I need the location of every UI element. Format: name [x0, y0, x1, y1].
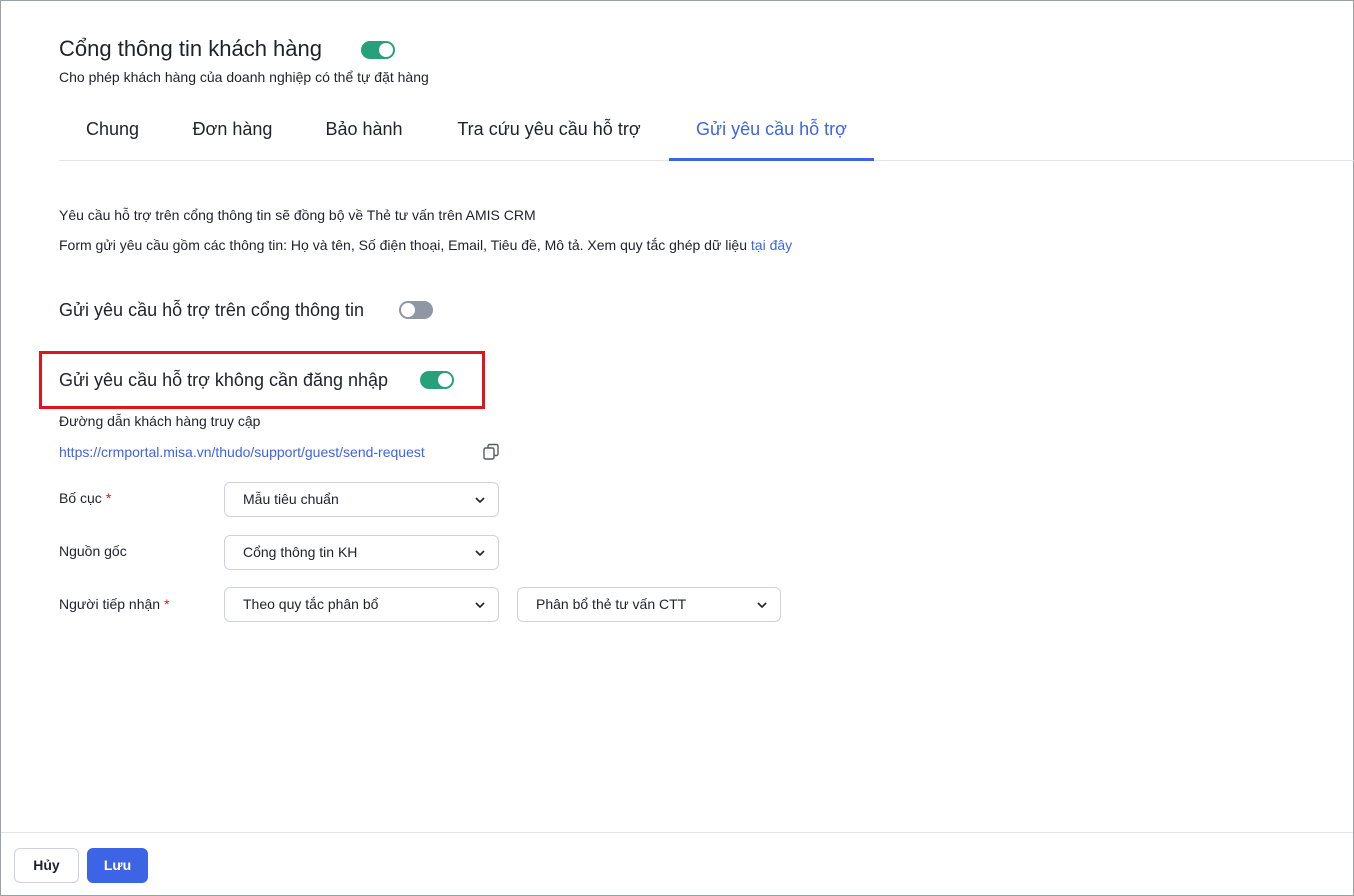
portal-enable-toggle[interactable]	[361, 41, 395, 59]
page-subtitle: Cho phép khách hàng của doanh nghiệp có …	[59, 69, 429, 85]
layout-select-value: Mẫu tiêu chuẩn	[243, 491, 339, 507]
guest-request-label: Gửi yêu cầu hỗ trợ không cần đăng nhập	[59, 370, 389, 390]
chevron-down-icon	[757, 602, 767, 609]
assign-rule-select[interactable]: Phân bổ thẻ tư vấn CTT	[517, 587, 781, 622]
required-mark: *	[164, 596, 170, 612]
page-title: Cổng thông tin khách hàng	[59, 36, 322, 61]
receiver-label: Người tiếp nhận *	[59, 596, 170, 612]
cancel-button[interactable]: Hủy	[14, 848, 79, 883]
assign-rule-select-value: Phân bổ thẻ tư vấn CTT	[536, 596, 687, 612]
toggle-knob	[401, 303, 415, 317]
source-select[interactable]: Cổng thông tin KH	[224, 535, 499, 570]
portal-request-toggle[interactable]	[399, 301, 433, 319]
copy-icon[interactable]	[482, 443, 500, 461]
toggle-knob	[438, 373, 452, 387]
tab-warranty[interactable]: Bảo hành	[299, 109, 429, 160]
source-select-value: Cổng thông tin KH	[243, 544, 358, 560]
chevron-down-icon	[475, 497, 485, 504]
portal-request-label: Gửi yêu cầu hỗ trợ trên cổng thông tin	[59, 300, 365, 320]
toggle-knob	[379, 43, 393, 57]
tab-bar: Chung Đơn hàng Bảo hành Tra cứu yêu cầu …	[59, 109, 1354, 161]
save-button[interactable]: Lưu	[87, 848, 148, 883]
tab-lookup-support[interactable]: Tra cứu yêu cầu hỗ trợ	[429, 109, 669, 160]
chevron-down-icon	[475, 550, 485, 557]
tab-general[interactable]: Chung	[59, 109, 166, 160]
settings-panel: Cổng thông tin khách hàng Cho phép khách…	[0, 0, 1354, 896]
footer-bar	[1, 832, 1353, 895]
required-mark: *	[105, 490, 112, 506]
layout-label: Bố cục *	[59, 490, 111, 506]
info-form-text: Form gửi yêu cầu gồm các thông tin: Họ v…	[59, 237, 792, 253]
access-url-link[interactable]: https://crmportal.misa.vn/thudo/support/…	[59, 444, 425, 460]
layout-label-text: Bố cục	[59, 490, 102, 506]
tab-orders[interactable]: Đơn hàng	[166, 109, 299, 160]
info-sync-text: Yêu cầu hỗ trợ trên cổng thông tin sẽ đồ…	[59, 207, 536, 223]
chevron-down-icon	[475, 602, 485, 609]
tab-send-support[interactable]: Gửi yêu cầu hỗ trợ	[669, 109, 874, 161]
receiver-select[interactable]: Theo quy tắc phân bổ	[224, 587, 499, 622]
source-label: Nguồn gốc	[59, 543, 127, 559]
receiver-label-text: Người tiếp nhận	[59, 596, 161, 612]
receiver-select-value: Theo quy tắc phân bổ	[243, 596, 379, 612]
rules-link[interactable]: tại đây	[751, 237, 792, 253]
access-link-label: Đường dẫn khách hàng truy cập	[59, 413, 261, 429]
layout-select[interactable]: Mẫu tiêu chuẩn	[224, 482, 499, 517]
info-form-desc: Form gửi yêu cầu gồm các thông tin: Họ v…	[59, 237, 751, 253]
guest-request-toggle[interactable]	[420, 371, 454, 389]
